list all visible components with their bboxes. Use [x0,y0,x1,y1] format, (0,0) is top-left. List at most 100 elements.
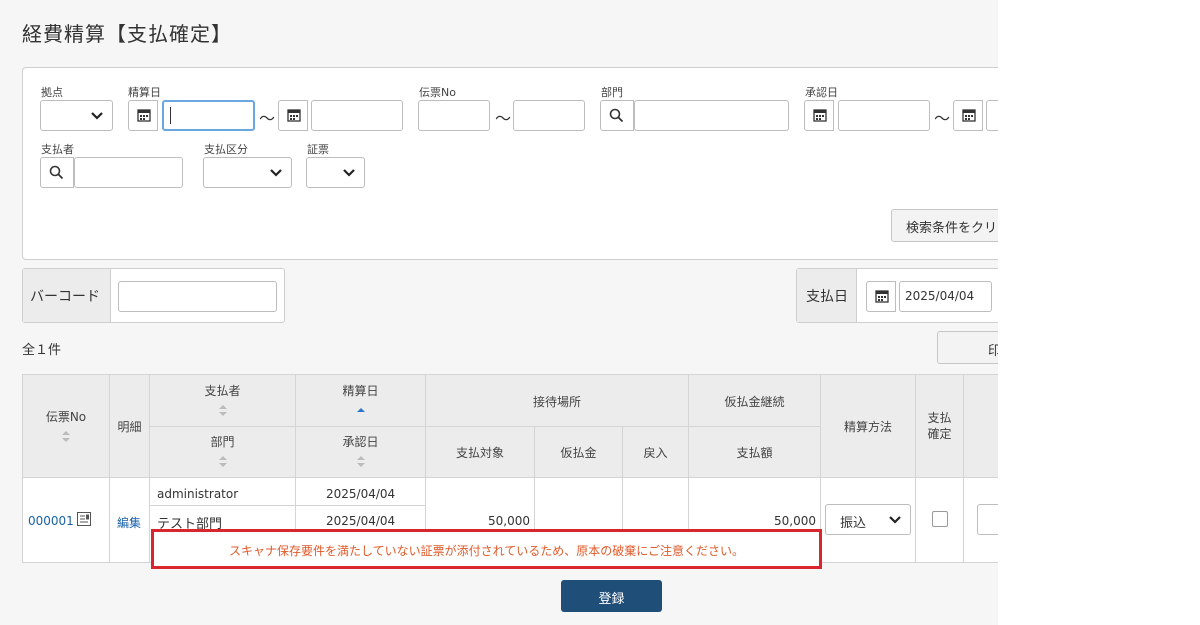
approval-date-value: 2025/04/04 [326,514,396,528]
slip-no-to-input[interactable] [513,100,585,131]
payer-input[interactable] [74,157,183,188]
chevron-down-icon [889,516,901,524]
method-select[interactable]: 振込 [825,504,911,535]
result-count: 全１件 [22,343,62,358]
approval-date-to-calendar-button[interactable] [953,100,983,131]
settle-date-from-input[interactable] [162,100,255,131]
header-venue-label: 接待場所 [532,395,581,409]
header-refund: 戻入 [623,427,689,478]
app-window: 経費精算【支払確定】 拠点 精算日 ～ 伝票No ～ 部門 承認日 ～ 支払者 … [0,0,998,625]
header-amount-label: 支払額 [736,446,773,460]
confirm-checkbox[interactable] [932,511,948,527]
barcode-box: バーコード [22,268,285,323]
calendar-icon [813,109,827,122]
approval-date-separator: ～ [934,109,951,128]
sort-ascending-icon [356,408,365,412]
barcode-input[interactable] [118,281,277,312]
edit-link[interactable]: 編集 [117,514,141,531]
header-settle-date-label: 精算日 [342,384,379,398]
header-advance-continue-label: 仮払金継続 [724,395,785,409]
header-approval-date[interactable]: 承認日 [296,427,426,478]
base-select[interactable] [40,100,113,131]
sort-icon [218,405,227,416]
voucher-select[interactable] [306,157,365,188]
header-advance-continue: 仮払金継続 [689,375,821,427]
header-amount: 支払額 [689,427,821,478]
header-payer-label: 支払者 [204,384,241,398]
header-slip-no-label: 伝票No [45,410,87,424]
chevron-down-icon [343,169,355,177]
approval-date-to-input[interactable] [986,100,998,131]
barcode-label: バーコード [23,269,111,322]
payment-date-box: 支払日 2025/04/04 [796,268,998,323]
payer-value: administrator [157,487,239,501]
settle-date-to-calendar-button[interactable] [278,100,308,131]
voucher-label: 証票 [307,143,329,156]
base-label: 拠点 [41,86,63,99]
warning-box: スキャナ保存要件を満たしていない証票が添付されているため、原本の破棄にご注意くだ… [151,529,822,569]
settle-date-to-input[interactable] [311,100,403,131]
header-target: 支払対象 [426,427,535,478]
header-approval-date-label: 承認日 [342,435,379,449]
row-extra-input[interactable] [977,504,998,535]
calendar-icon [137,109,151,122]
header-department[interactable]: 部門 [150,427,296,478]
page-title: 経費精算【支払確定】 [22,22,232,46]
slip-no-from-input[interactable] [418,100,490,131]
payer-label: 支払者 [41,143,74,156]
slip-no-link[interactable]: 000001 [28,514,74,528]
chevron-down-icon [91,112,103,120]
department-search-button[interactable] [600,100,634,131]
calendar-icon [875,290,889,303]
method-value: 振込 [840,516,867,531]
header-payer[interactable]: 支払者 [150,375,296,427]
slip-no-label: 伝票No [419,86,456,99]
department-input[interactable] [634,100,789,131]
settle-date-from-calendar-button[interactable] [128,100,158,131]
header-detail-label: 明細 [117,420,142,434]
header-confirm-line1: 支払 [927,411,952,425]
header-method: 精算方法 [821,375,916,478]
warning-text: スキャナ保存要件を満たしていない証票が添付されているため、原本の破棄にご注意くだ… [228,544,745,558]
header-confirm: 支払 確定 [916,375,964,478]
target-value: 50,000 [488,514,530,528]
document-icon[interactable] [76,511,92,527]
print-button[interactable]: 印刷 [937,331,998,364]
search-icon [609,108,624,123]
sort-icon [62,431,70,442]
calendar-icon [287,109,301,122]
header-department-label: 部門 [210,435,235,449]
register-button[interactable]: 登録 [561,580,662,612]
header-extra [964,375,998,478]
settle-date-label: 精算日 [128,86,161,99]
header-advance: 仮払金 [535,427,623,478]
header-method-label: 精算方法 [843,420,892,434]
header-target-label: 支払対象 [455,446,504,460]
settle-date-value: 2025/04/04 [326,487,396,501]
approval-date-from-input[interactable] [838,100,930,131]
amount-value: 50,000 [774,514,816,528]
search-icon [49,165,64,180]
header-settle-date[interactable]: 精算日 [296,375,426,427]
chevron-down-icon [270,169,282,177]
payment-date-label: 支払日 [797,269,857,322]
payment-type-select[interactable] [203,157,292,188]
approval-date-label: 承認日 [805,86,838,99]
payment-type-label: 支払区分 [204,143,248,156]
header-detail: 明細 [110,375,150,478]
payer-search-button[interactable] [40,157,74,188]
sort-icon [356,456,365,467]
payment-date-input[interactable]: 2025/04/04 [899,281,992,312]
approval-date-from-calendar-button[interactable] [804,100,834,131]
settle-date-separator: ～ [259,109,276,128]
clear-search-button[interactable]: 検索条件をクリア [891,209,998,242]
header-slip-no[interactable]: 伝票No [23,375,110,478]
search-panel: 拠点 精算日 ～ 伝票No ～ 部門 承認日 ～ 支払者 支払区分 証票 検索条… [22,67,998,260]
slip-no-separator: ～ [495,109,512,128]
header-advance-label: 仮払金 [560,446,597,460]
payment-date-calendar-button[interactable] [866,281,896,312]
header-refund-label: 戻入 [643,446,668,460]
header-venue: 接待場所 [426,375,689,427]
sort-icon [218,456,227,467]
header-confirm-line2: 確定 [927,427,952,441]
